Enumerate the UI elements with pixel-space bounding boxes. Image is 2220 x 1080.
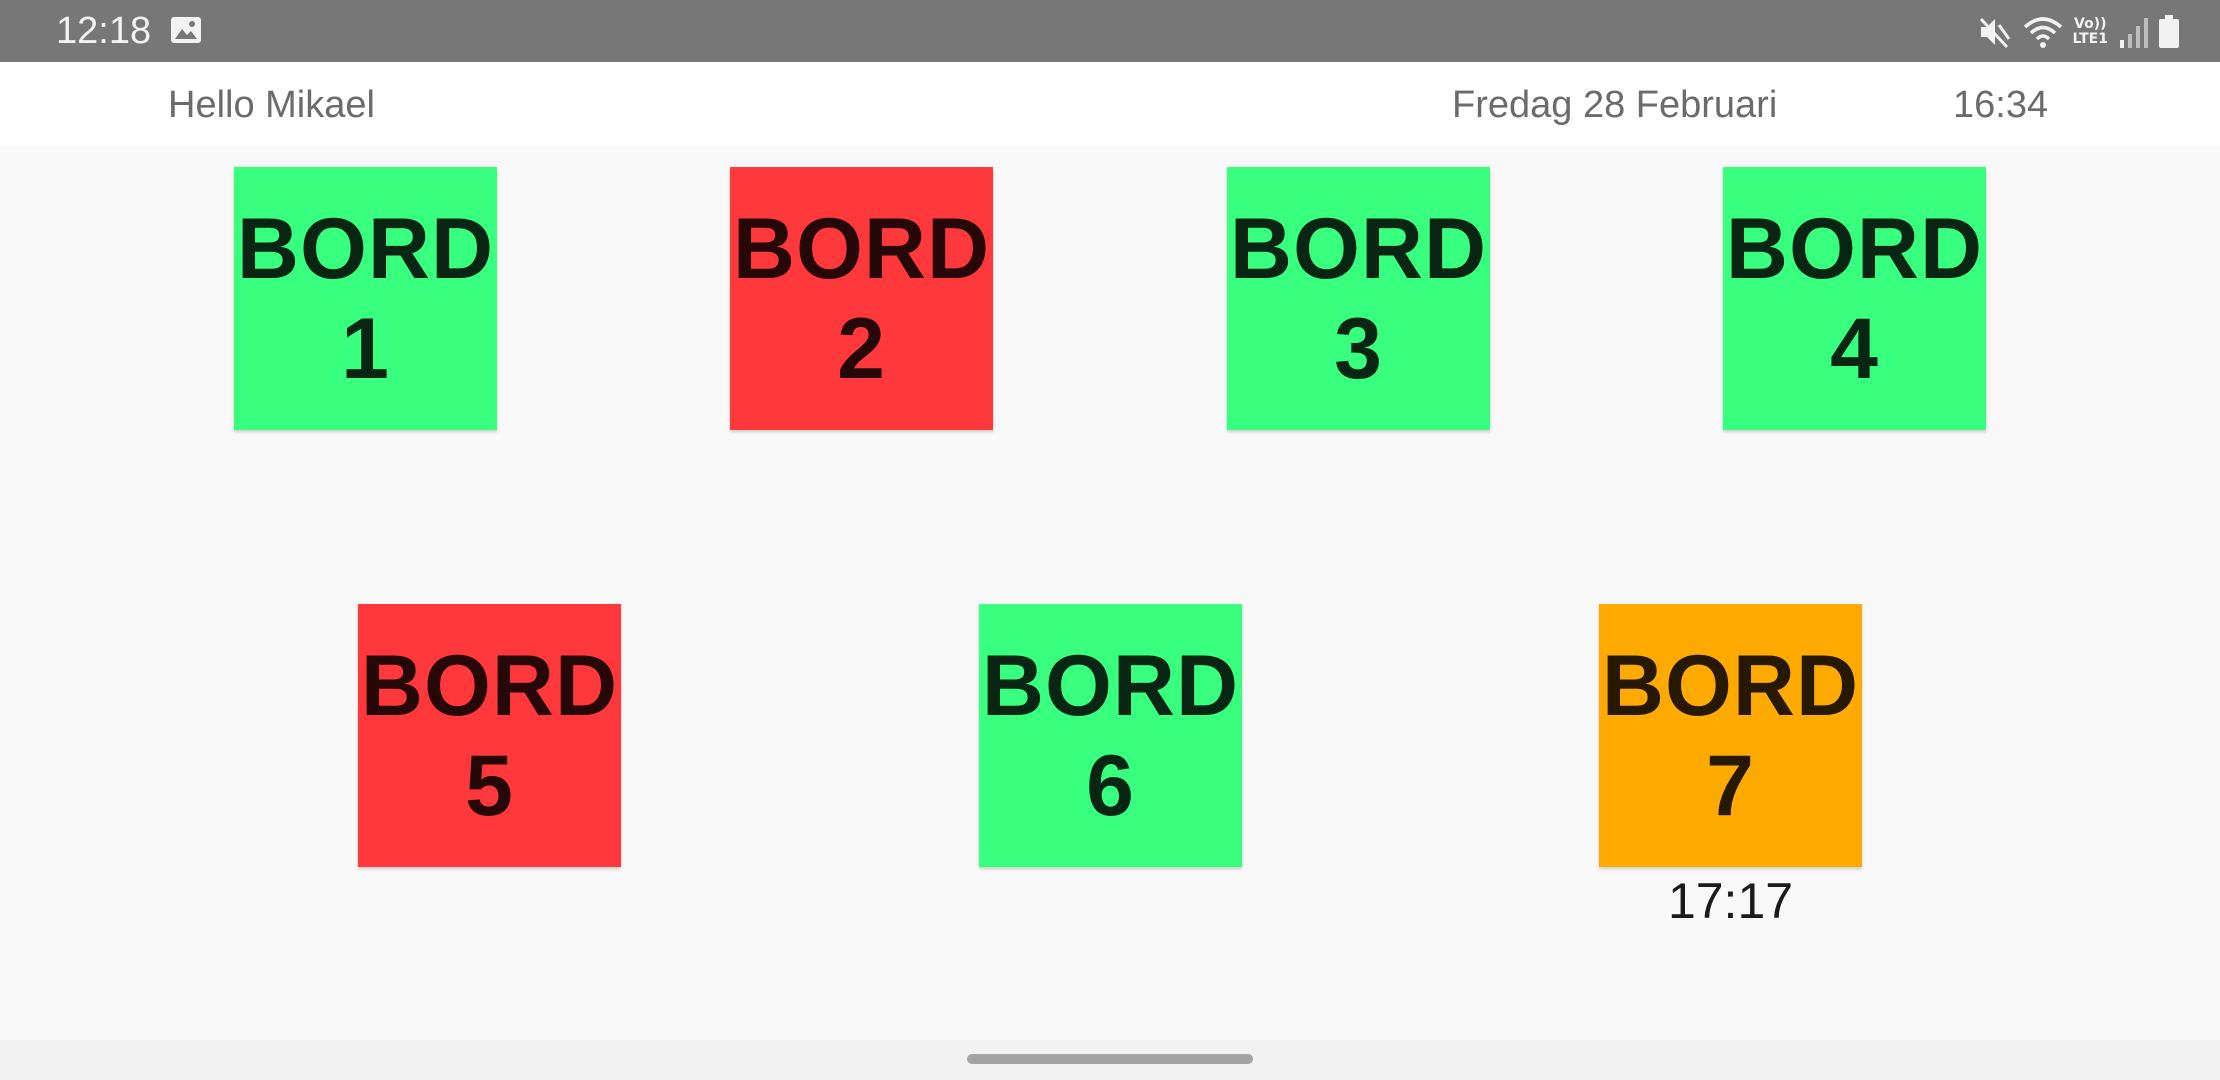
table-number: 4 [1830, 300, 1879, 397]
mute-icon [1979, 17, 2010, 49]
table-number: 6 [1086, 737, 1135, 834]
volte-icon: Vo)) LTE1 [2072, 16, 2108, 47]
table-tile-2[interactable]: BORD 2 [730, 167, 993, 430]
table-tile-7[interactable]: BORD 7 [1599, 604, 1862, 867]
table-label: BORD [360, 637, 619, 734]
table-label: BORD [1229, 200, 1488, 297]
table-tile-1[interactable]: BORD 1 [234, 167, 497, 430]
table-label: BORD [732, 200, 991, 297]
battery-icon [2159, 15, 2179, 48]
gallery-icon [171, 17, 201, 43]
table-number: 5 [465, 737, 514, 834]
table-number: 2 [837, 300, 886, 397]
status-bar: 12:18 Vo)) LTE1 [0, 0, 2220, 62]
table-tile-6[interactable]: BORD 6 [979, 604, 1242, 867]
table-label: BORD [981, 637, 1240, 734]
signal-icon [2120, 18, 2148, 48]
clock-text: 16:34 [1953, 84, 2049, 126]
app-header: Hello Mikael Fredag 28 Februari 16:34 [0, 62, 2220, 146]
table-label: BORD [1601, 637, 1860, 734]
table-tile-4[interactable]: BORD 4 [1723, 167, 1986, 430]
greeting-text: Hello Mikael [168, 84, 375, 126]
home-gesture-handle[interactable] [967, 1054, 1253, 1064]
table-tile-3[interactable]: BORD 3 [1227, 167, 1490, 430]
navigation-bar [0, 1040, 2220, 1080]
table-number: 7 [1706, 737, 1755, 834]
table-label: BORD [1725, 200, 1984, 297]
wifi-icon [2023, 17, 2062, 48]
status-time: 12:18 [56, 10, 152, 52]
reservation-time: 17:17 [1667, 873, 1794, 929]
table-number: 3 [1334, 300, 1383, 397]
date-text: Fredag 28 Februari [1452, 84, 1778, 126]
table-number: 1 [341, 300, 390, 397]
table-tile-5[interactable]: BORD 5 [358, 604, 621, 867]
status-icons: Vo)) LTE1 [1977, 12, 2180, 52]
table-label: BORD [236, 200, 495, 297]
